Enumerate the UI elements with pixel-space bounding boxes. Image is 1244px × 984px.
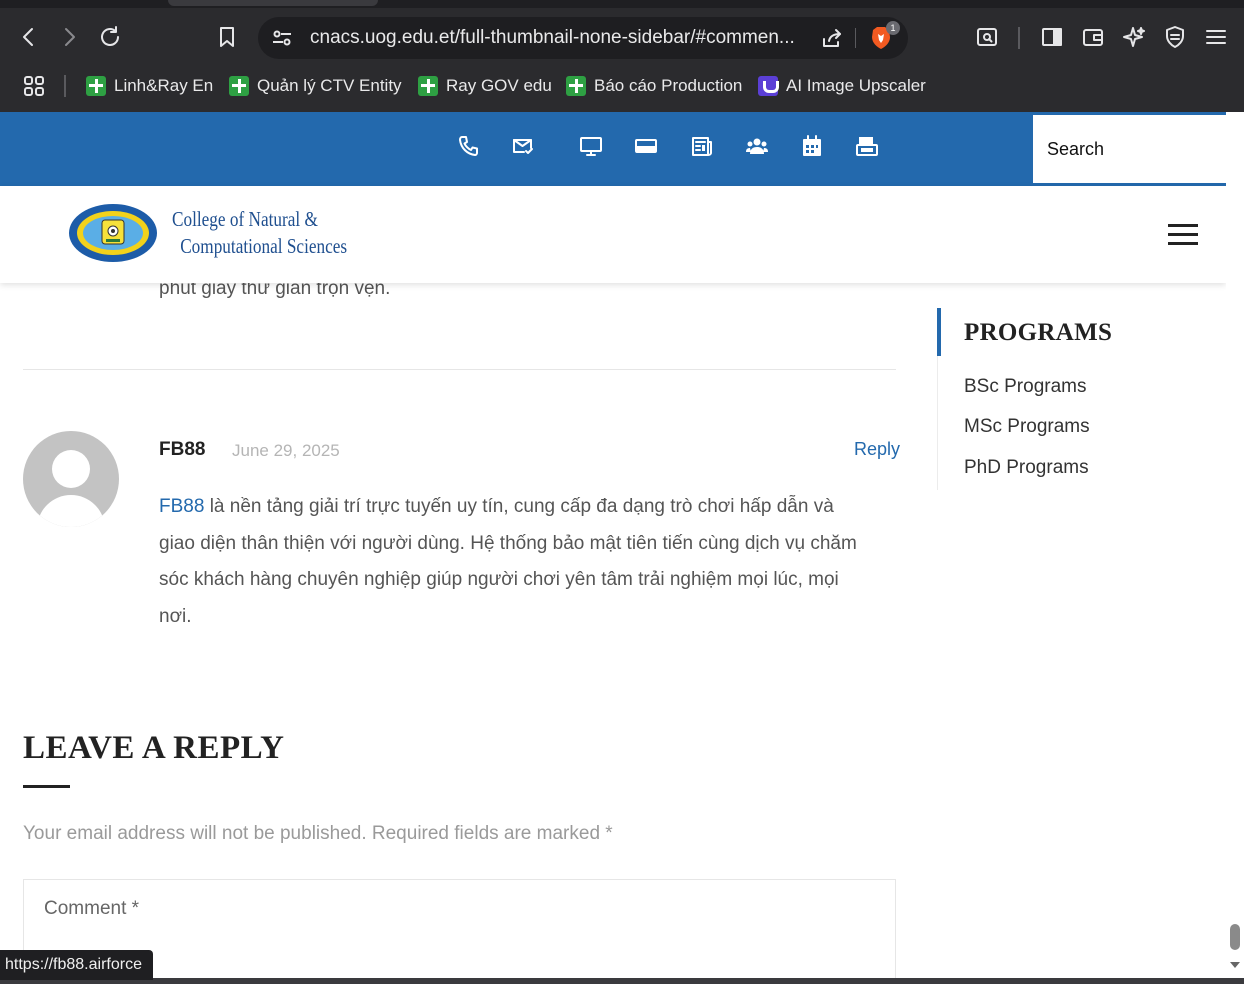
sidebar-border xyxy=(937,356,938,490)
bookmark-label: AI Image Upscaler xyxy=(786,76,926,95)
wallet-button[interactable] xyxy=(1076,20,1110,54)
bookmark-label: Linh&Ray En xyxy=(114,76,214,95)
bookmark-icon xyxy=(220,27,234,47)
card-icon[interactable] xyxy=(632,132,660,160)
back-button[interactable] xyxy=(12,20,46,54)
bookmarks-bar: Linh&Ray En Quản lý CTV Entity Ray GOV e… xyxy=(0,64,1244,110)
wallet-icon xyxy=(1083,29,1103,46)
forward-arrow-icon xyxy=(65,28,75,46)
sidebar-panel-icon xyxy=(1042,28,1062,46)
browser-chrome: cnacs.uog.edu.et/full-thumbnail-none-sid… xyxy=(0,0,1244,112)
heading-underline xyxy=(23,785,70,788)
top-utility-bar xyxy=(0,112,1226,186)
users-icon[interactable] xyxy=(743,132,771,160)
mail-icon[interactable] xyxy=(509,132,537,160)
sidebar-title: PROGRAMS xyxy=(964,319,1113,346)
site-settings-icon[interactable] xyxy=(270,26,294,50)
search-in-page-icon xyxy=(977,28,997,46)
site-header: College of Natural & Computational Scien… xyxy=(0,186,1226,283)
scrollbar-thumb[interactable] xyxy=(1230,924,1240,950)
hamburger-menu-icon[interactable] xyxy=(1168,224,1200,246)
reload-icon xyxy=(101,26,119,46)
bookmark-item[interactable]: Linh&Ray En xyxy=(86,73,213,99)
sidebar-accent-bar xyxy=(937,308,941,356)
sidebar-toggle-button[interactable] xyxy=(1035,20,1069,54)
reply-link[interactable]: Reply xyxy=(854,439,900,460)
reload-button[interactable] xyxy=(93,20,127,54)
bookmark-item[interactable]: Quản lý CTV Entity xyxy=(229,73,402,99)
back-arrow-icon xyxy=(23,28,33,46)
university-seal-logo[interactable] xyxy=(68,203,158,263)
comment-author: FB88 xyxy=(159,439,206,460)
search-box xyxy=(1033,115,1226,183)
comment-divider xyxy=(23,369,896,370)
sidebar-item-msc[interactable]: MSc Programs xyxy=(964,416,1090,438)
green-plus-icon xyxy=(566,76,586,96)
avatar xyxy=(23,431,119,527)
calendar-icon[interactable] xyxy=(798,132,826,160)
news-icon[interactable] xyxy=(688,132,716,160)
bookmarks-separator xyxy=(64,75,66,97)
search-input[interactable] xyxy=(1033,115,1203,183)
monitor-icon[interactable] xyxy=(577,132,605,160)
leave-reply-heading: LEAVE A REPLY xyxy=(23,730,285,766)
active-tab[interactable] xyxy=(168,0,378,6)
comment-author-link[interactable]: FB88 xyxy=(159,496,204,517)
green-plus-icon xyxy=(418,76,438,96)
share-icon[interactable] xyxy=(820,26,844,50)
comment-body-text: là nền tảng giải trí trực tuyến uy tín, … xyxy=(159,496,857,627)
vpn-button[interactable] xyxy=(1158,20,1192,54)
phone-icon[interactable] xyxy=(455,132,483,160)
sparkle-icon xyxy=(1123,27,1145,47)
bookmark-item[interactable]: AI Image Upscaler xyxy=(758,73,926,99)
page-search-button[interactable] xyxy=(970,20,1004,54)
web-page: College of Natural & Computational Scien… xyxy=(0,112,1226,984)
green-plus-icon xyxy=(229,76,249,96)
comment-date[interactable]: June 29, 2025 xyxy=(232,441,340,461)
main-menu-button[interactable] xyxy=(1199,20,1233,54)
college-name-logo[interactable]: College of Natural & Computational Scien… xyxy=(172,206,347,260)
page-scrollbar[interactable] xyxy=(1226,112,1244,984)
comment-body: FB88 là nền tảng giải trí trực tuyến uy … xyxy=(159,489,859,635)
link-status-bubble: https://fb88.airforce xyxy=(0,950,153,980)
apps-grid-icon[interactable] xyxy=(22,74,46,98)
shields-count-badge: 1 xyxy=(886,21,900,35)
comment-notes: Your email address will not be published… xyxy=(23,823,613,844)
bookmark-label: Ray GOV edu xyxy=(446,76,552,95)
bookmark-label: Quản lý CTV Entity xyxy=(257,76,402,95)
url-separator xyxy=(855,28,856,48)
bookmark-button[interactable] xyxy=(210,20,244,54)
window-bottom-edge xyxy=(0,978,1244,984)
scroll-down-arrow-icon[interactable] xyxy=(1230,962,1240,968)
bookmark-item[interactable]: Báo cáo Production xyxy=(566,73,742,99)
url-text[interactable]: cnacs.uog.edu.et/full-thumbnail-none-sid… xyxy=(310,27,795,49)
forms-icon[interactable] xyxy=(853,132,881,160)
toolbar-separator xyxy=(1018,27,1020,49)
logo-line-2: Computational Sciences xyxy=(180,234,348,258)
comment-textarea[interactable] xyxy=(24,880,895,984)
logo-line-1: College of Natural & xyxy=(172,207,318,231)
green-plus-icon xyxy=(86,76,106,96)
upscaler-icon xyxy=(758,76,779,96)
leo-ai-button[interactable] xyxy=(1117,20,1151,54)
sidebar-item-phd[interactable]: PhD Programs xyxy=(964,457,1089,479)
shield-icon xyxy=(1166,26,1184,48)
address-bar[interactable]: cnacs.uog.edu.et/full-thumbnail-none-sid… xyxy=(258,17,908,59)
sidebar-item-bsc[interactable]: BSc Programs xyxy=(964,376,1086,398)
bookmark-item[interactable]: Ray GOV edu xyxy=(418,73,552,99)
forward-button[interactable] xyxy=(52,20,86,54)
menu-icon xyxy=(1206,30,1226,44)
comment-field-wrapper xyxy=(23,879,896,984)
bookmark-label: Báo cáo Production xyxy=(594,76,743,95)
